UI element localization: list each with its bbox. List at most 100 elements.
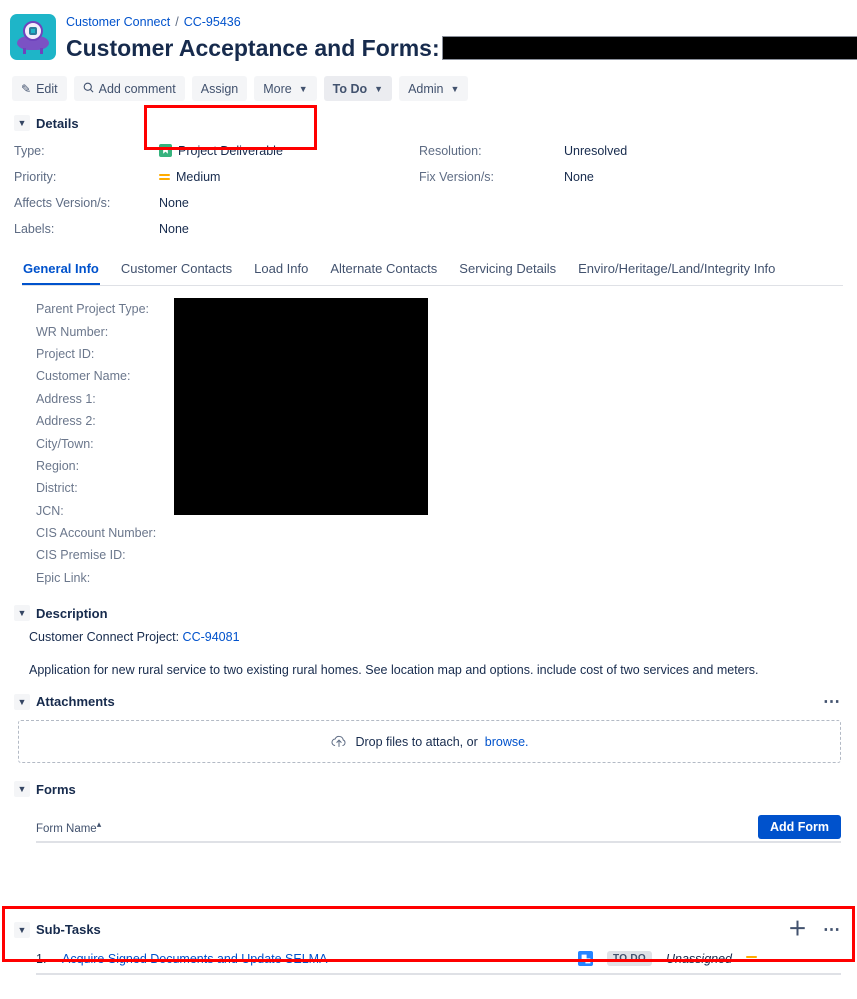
- description-body: Customer Connect Project: CC-94081 Appli…: [14, 629, 857, 679]
- field-label: CIS Account Number:: [36, 526, 157, 541]
- ufo-project-avatar-icon: [10, 14, 56, 60]
- chevron-down-icon: ▼: [450, 83, 460, 94]
- field-label: JCN:: [36, 503, 64, 518]
- field-jcn: JCN:: [36, 500, 857, 522]
- details-column-right: Resolution: Unresolved Fix Version/s: No…: [419, 140, 627, 239]
- redacted-title-value: [441, 36, 857, 60]
- sub-task-icon: [578, 951, 593, 966]
- field-label: District:: [36, 481, 78, 496]
- field-address-2: Address 2:: [36, 410, 857, 432]
- assign-button[interactable]: Assign: [191, 76, 248, 101]
- field-label: CIS Premise ID:: [36, 548, 126, 563]
- detail-label-labels: Labels:: [14, 221, 55, 236]
- details-section-header[interactable]: ▼ Details: [14, 115, 857, 131]
- add-form-button[interactable]: Add Form: [757, 815, 841, 840]
- description-section: ▼ Description Customer Connect Project: …: [0, 589, 857, 679]
- field-district: District:: [36, 477, 857, 499]
- chevron-down-icon[interactable]: ▼: [14, 781, 30, 798]
- subtask-title-link[interactable]: Acquire Signed Documents and Update SELM…: [62, 952, 327, 966]
- field-label: Address 2:: [36, 414, 96, 429]
- more-button[interactable]: More ▼: [254, 76, 317, 101]
- attachments-section-title: Attachments: [36, 694, 115, 710]
- subtask-number: 1.: [36, 951, 47, 966]
- details-section: ▼ Details Type: Project Deliverable Prio…: [0, 101, 857, 239]
- forms-table-header: Form Name▴ Add Form: [36, 811, 841, 844]
- chevron-down-icon[interactable]: ▼: [14, 921, 30, 938]
- tab-servicing-details[interactable]: Servicing Details: [458, 257, 557, 285]
- comment-icon: [83, 82, 94, 96]
- details-column-left: Type: Project Deliverable Priority: Medi…: [14, 140, 419, 239]
- tab-load-info[interactable]: Load Info: [253, 257, 309, 285]
- add-comment-label: Add comment: [98, 81, 176, 96]
- breadcrumb: Customer Connect / CC-95436: [66, 14, 857, 30]
- table-row: 1. Acquire Signed Documents and Update S…: [36, 951, 841, 975]
- detail-row-labels: Labels: None: [14, 218, 419, 239]
- chevron-down-icon[interactable]: ▼: [14, 115, 30, 131]
- field-city-town: City/Town:: [36, 432, 857, 454]
- description-section-header[interactable]: ▼ Description: [14, 605, 857, 622]
- subtasks-section-title: Sub-Tasks: [36, 922, 101, 937]
- detail-row-type: Type: Project Deliverable: [14, 140, 419, 161]
- ellipsis-icon[interactable]: ⋯: [823, 921, 841, 938]
- forms-section-header[interactable]: ▼ Forms: [14, 781, 841, 798]
- description-project-label: Customer Connect Project:: [29, 630, 180, 645]
- attachment-dropzone[interactable]: Drop files to attach, or browse.: [18, 720, 841, 764]
- issue-toolbar: ✎ Edit Add comment Assign More ▼ To Do ▼…: [0, 62, 857, 101]
- forms-section-title: Forms: [36, 781, 76, 797]
- detail-row-fix-version: Fix Version/s: None: [419, 166, 627, 187]
- chevron-down-icon: ▼: [298, 83, 308, 94]
- detail-label-priority: Priority:: [14, 169, 57, 184]
- field-label: Project ID:: [36, 346, 95, 361]
- general-info-fields: Parent Project Type: Rural Design WR Num…: [0, 286, 857, 589]
- field-label: WR Number:: [36, 324, 109, 339]
- plus-icon[interactable]: ＋: [788, 920, 807, 939]
- info-tabs: General Info Customer Contacts Load Info…: [22, 257, 843, 286]
- field-cis-account-number: CIS Account Number:: [36, 522, 857, 544]
- detail-value-type: Project Deliverable: [159, 144, 283, 158]
- breadcrumb-issue-link[interactable]: CC-95436: [184, 15, 241, 29]
- tab-alternate-contacts[interactable]: Alternate Contacts: [329, 257, 438, 285]
- add-comment-button[interactable]: Add comment: [73, 76, 185, 101]
- priority-medium-icon: [746, 955, 757, 962]
- tab-enviro-heritage-land-integrity-info[interactable]: Enviro/Heritage/Land/Integrity Info: [577, 257, 776, 285]
- issue-title-text: Customer Acceptance and Forms:: [66, 35, 440, 61]
- detail-label-fix-version: Fix Version/s:: [419, 169, 495, 184]
- tab-general-info[interactable]: General Info: [22, 257, 100, 285]
- subtasks-section: ▼ Sub-Tasks ＋ ⋯ 1. Acquire Signed Docume…: [0, 906, 857, 975]
- pencil-icon: ✎: [21, 81, 32, 96]
- subtasks-section-header: ▼ Sub-Tasks ＋ ⋯: [14, 920, 841, 939]
- detail-label-resolution: Resolution:: [419, 143, 482, 158]
- breadcrumb-project-link[interactable]: Customer Connect: [66, 15, 170, 29]
- forms-column-header-name[interactable]: Form Name▴: [36, 819, 101, 835]
- detail-row-priority: Priority: Medium: [14, 166, 419, 187]
- description-project-link[interactable]: CC-94081: [183, 630, 240, 644]
- jira-issue-page: Customer Connect / CC-95436 Customer Accep…: [0, 0, 857, 999]
- field-label: City/Town:: [36, 436, 94, 451]
- field-label: Address 1:: [36, 391, 96, 406]
- chevron-down-icon[interactable]: ▼: [14, 605, 30, 622]
- field-label: Customer Name:: [36, 369, 131, 384]
- detail-row-resolution: Resolution: Unresolved: [419, 140, 627, 161]
- status-button[interactable]: To Do ▼: [323, 76, 393, 101]
- admin-label: Admin: [408, 81, 444, 96]
- subtask-meta: TO DO Unassigned: [578, 951, 841, 966]
- dropzone-text: Drop files to attach, or: [355, 734, 478, 749]
- ellipsis-icon[interactable]: ⋯: [823, 693, 841, 710]
- browse-link[interactable]: browse.: [485, 735, 529, 749]
- redacted-field-values: [174, 298, 428, 515]
- field-epic-link: Epic Link:: [36, 567, 857, 589]
- page-title: Customer Acceptance and Forms:: [66, 34, 857, 62]
- edit-button[interactable]: ✎ Edit: [12, 76, 67, 101]
- chevron-down-icon[interactable]: ▼: [14, 693, 30, 710]
- admin-button[interactable]: Admin ▼: [399, 76, 469, 101]
- field-wr-number: WR Number: 375777: [36, 320, 857, 342]
- subtask-assignee: Unassigned: [665, 951, 732, 966]
- status-label: To Do: [332, 81, 368, 96]
- description-text: Application for new rural service to two…: [29, 663, 759, 678]
- tab-customer-contacts[interactable]: Customer Contacts: [120, 257, 233, 285]
- detail-value-priority: Medium: [159, 170, 220, 184]
- issue-header: Customer Connect / CC-95436 Customer Accep…: [0, 0, 857, 62]
- attachments-section: ▼ Attachments ⋯ Drop files to attach, or…: [0, 679, 857, 764]
- more-label: More: [263, 81, 292, 96]
- forms-column-header-label: Form Name: [36, 823, 97, 836]
